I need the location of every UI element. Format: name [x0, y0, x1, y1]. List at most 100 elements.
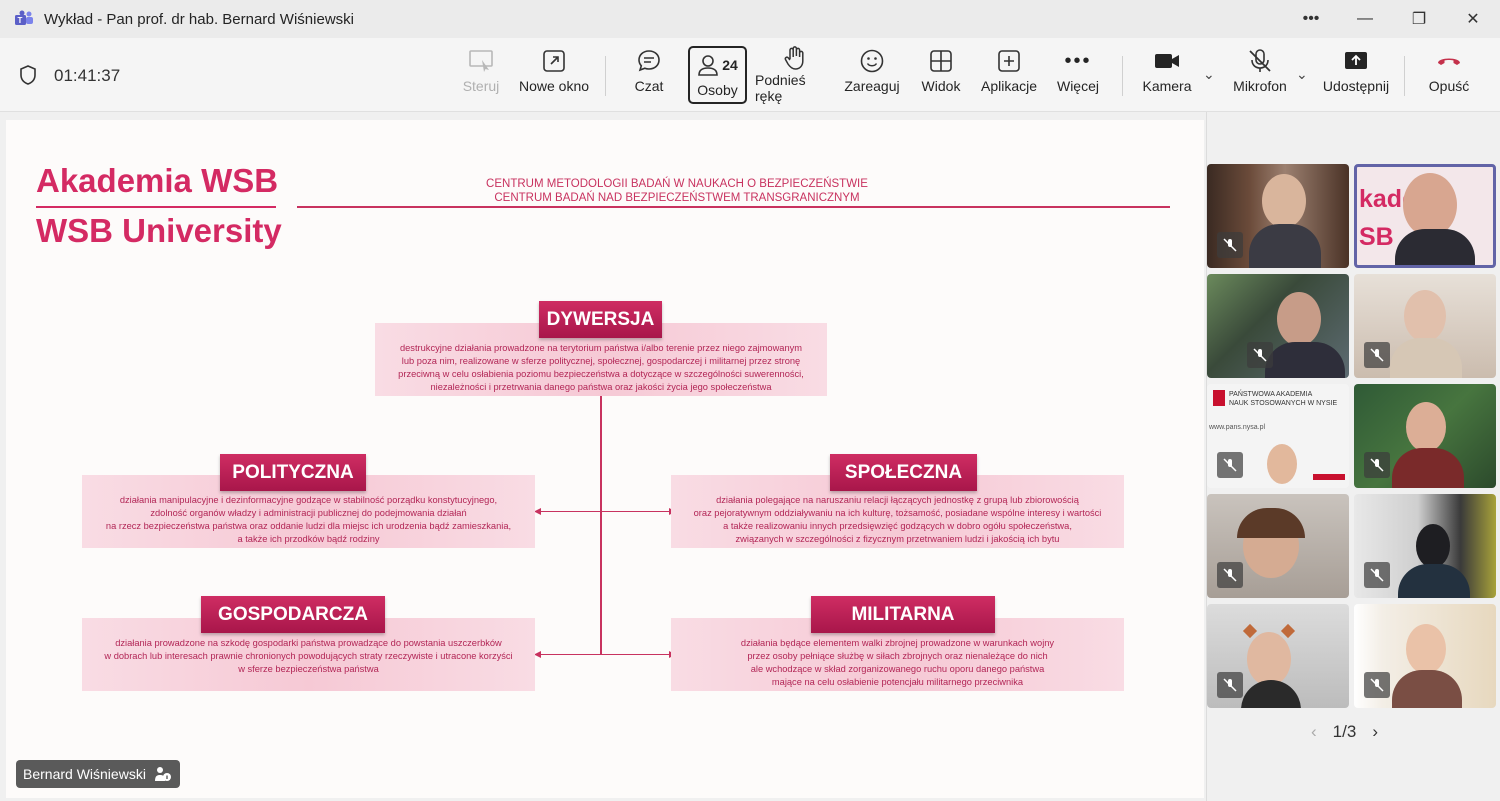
participants-gallery: kade SB PAŃSTWOWA AKADEMIA NAUK STOSOWANY…	[1206, 112, 1500, 801]
presenter-name: Bernard Wiśniewski	[23, 766, 146, 782]
presenter-info-icon	[154, 766, 172, 785]
polityczna-line: działania manipulacyjne i dezinformacyjn…	[119, 495, 498, 505]
view-button[interactable]: Widok	[918, 44, 964, 104]
hand-icon	[783, 44, 807, 72]
add-app-icon	[997, 44, 1021, 78]
smiley-icon	[859, 44, 885, 78]
militarna-line: przez osoby pełniące służbę w siłach zbr…	[747, 651, 1048, 661]
svg-text:T: T	[18, 16, 23, 25]
ellipsis-icon: •••	[1064, 49, 1092, 72]
steruj-button[interactable]: Steruj	[458, 44, 504, 104]
hangup-icon	[1435, 44, 1463, 78]
militarna-line: ale wchodzące w skład zorganizowanego ru…	[750, 664, 1045, 674]
chat-icon	[636, 44, 662, 78]
militarna-line: działania będące elementem walki zbrojne…	[740, 638, 1055, 648]
mic-off-icon	[1247, 44, 1273, 78]
spoleczna-line: a także realizowaniu innych przedsięwzię…	[723, 521, 1072, 531]
react-button[interactable]: Zareaguj	[844, 44, 900, 104]
toolbar-divider	[605, 56, 606, 96]
toolbar-divider	[1122, 56, 1123, 96]
gospodarcza-line: w sferze bezpieczeństwa państwa	[238, 664, 379, 674]
participant-tile[interactable]	[1354, 384, 1496, 488]
participant-tile[interactable]	[1207, 274, 1349, 378]
mic-off-icon	[1364, 452, 1390, 478]
people-count: 24	[722, 57, 738, 73]
teams-icon: T	[14, 10, 34, 28]
brand-title-pl: Akademia WSB	[36, 162, 279, 199]
nowe-okno-button[interactable]: Nowe okno	[516, 44, 592, 104]
polityczna-line: a także ich przodków bądź rodziny	[237, 534, 380, 544]
presenter-name-chip[interactable]: Bernard Wiśniewski	[16, 760, 180, 788]
mic-off-icon	[1217, 562, 1243, 588]
camera-options-chevron-icon[interactable]: ⌄	[1203, 66, 1215, 83]
mic-off-icon	[1217, 672, 1243, 698]
participant-tile[interactable]	[1207, 164, 1349, 268]
header-rule	[297, 206, 1170, 208]
people-icon: 24	[697, 48, 738, 82]
shield-icon[interactable]	[18, 64, 38, 91]
mic-off-icon	[1247, 342, 1273, 368]
spoleczna-label: SPOŁECZNA	[830, 454, 977, 491]
gospodarcza-label: GOSPODARCZA	[201, 596, 385, 633]
research-centers-heading: CENTRUM METODOLOGII BADAŃ W NAUKACH O BE…	[297, 177, 1057, 205]
dywersja-line: destrukcyjne działania prowadzone na ter…	[399, 343, 803, 353]
toolbar-divider	[1404, 56, 1405, 96]
dywersja-label: DYWERSJA	[539, 301, 662, 338]
participant-tile[interactable]: PAŃSTWOWA AKADEMIA NAUK STOSOWANYCH W NYS…	[1207, 384, 1349, 488]
mic-off-icon	[1364, 342, 1390, 368]
leave-button[interactable]: Opuść	[1424, 44, 1474, 104]
spoleczna-line: związanych w szczególności z fizycznym p…	[735, 534, 1060, 544]
restore-button[interactable]: ❐	[1392, 0, 1446, 38]
mic-options-chevron-icon[interactable]: ⌄	[1296, 66, 1308, 83]
meeting-toolbar: 01:41:37 Steruj Nowe okno Czat 24 Osoby …	[0, 38, 1500, 112]
mic-off-icon	[1217, 232, 1243, 258]
participant-tile-speaking[interactable]: kade SB	[1354, 164, 1496, 268]
participant-tile[interactable]	[1354, 274, 1496, 378]
previous-page-icon[interactable]: ‹	[1311, 722, 1317, 742]
shared-slide: Akademia WSB WSB University CENTRUM METO…	[6, 120, 1204, 798]
raise-hand-button[interactable]: Podnieś rękę	[755, 44, 835, 104]
brand-divider	[36, 206, 276, 208]
participant-tile[interactable]	[1354, 494, 1496, 598]
participant-tile[interactable]	[1207, 604, 1349, 708]
participant-tile[interactable]	[1354, 604, 1496, 708]
gospodarcza-line: w dobrach lub interesach prawnie chronio…	[104, 651, 513, 661]
close-button[interactable]: ✕	[1446, 0, 1500, 38]
window-title: Wykład - Pan prof. dr hab. Bernard Wiśni…	[44, 10, 354, 28]
more-button[interactable]: ••• Więcej	[1055, 44, 1101, 104]
gospodarcza-line: działania prowadzone na szkodę gospodark…	[115, 638, 502, 648]
minimize-button[interactable]: —	[1338, 0, 1392, 38]
gallery-pager: ‹ 1/3 ›	[1311, 722, 1378, 742]
militarna-line: mające na celu osłabienie potencjału mil…	[771, 677, 1024, 687]
polityczna-label: POLITYCZNA	[220, 454, 366, 491]
chat-button[interactable]: Czat	[628, 44, 670, 104]
dywersja-line: lub poza nim, realizowane w sferze polit…	[401, 356, 801, 366]
more-options-icon[interactable]: •••	[1284, 0, 1338, 38]
center-line-2: CENTRUM BADAŃ NAD BEZPIECZEŃSTWEM TRANSG…	[494, 192, 860, 204]
spoleczna-line: działania polegające na naruszaniu relac…	[716, 495, 1079, 505]
mic-off-icon	[1364, 672, 1390, 698]
brand-title-en: WSB University	[36, 212, 282, 249]
share-button[interactable]: Udostępnij	[1322, 44, 1390, 104]
militarna-label: MILITARNA	[811, 596, 995, 633]
mic-off-icon	[1364, 562, 1390, 588]
polityczna-line: zdolność organów władzy i administracji …	[150, 508, 467, 518]
next-page-icon[interactable]: ›	[1372, 722, 1378, 742]
page-indicator: 1/3	[1332, 722, 1357, 741]
grid-view-icon	[929, 44, 953, 78]
mic-off-icon	[1217, 452, 1243, 478]
participant-tile[interactable]	[1207, 494, 1349, 598]
microphone-button[interactable]: Mikrofon	[1230, 44, 1290, 104]
dywersja-line: niezależności i przetrwania danego państ…	[430, 382, 772, 392]
connector-arrowheads	[534, 508, 676, 658]
people-button[interactable]: 24 Osoby	[688, 46, 747, 104]
polityczna-line: na rzecz bezpieczeństwa państwa oraz odd…	[105, 521, 512, 531]
camera-button[interactable]: Kamera	[1140, 44, 1194, 104]
share-screen-icon	[1343, 44, 1369, 78]
dywersja-line: przeciwną w celu osłabienia poziomu bezp…	[398, 369, 804, 379]
new-window-icon	[542, 44, 566, 78]
meeting-timer: 01:41:37	[54, 66, 121, 85]
title-bar: T Wykład - Pan prof. dr hab. Bernard Wiś…	[0, 0, 1500, 38]
apps-button[interactable]: Aplikacje	[980, 44, 1038, 104]
control-icon	[468, 44, 494, 78]
